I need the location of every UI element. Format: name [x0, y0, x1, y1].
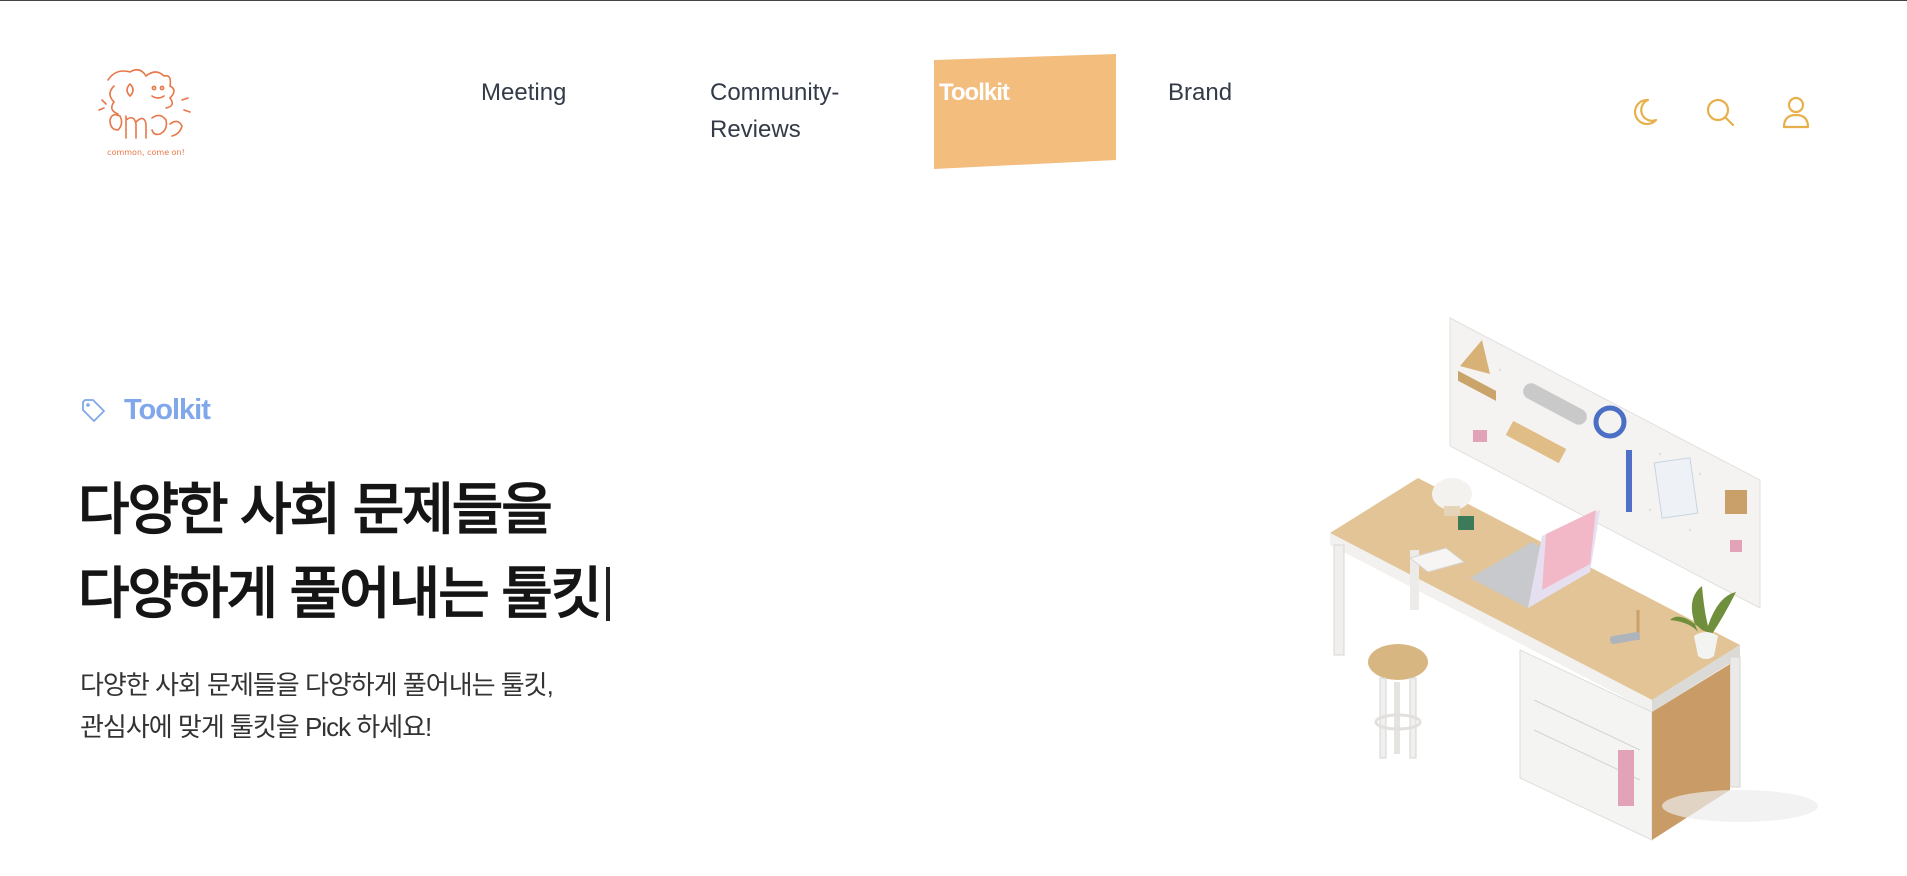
section-tag: Toolkit: [80, 390, 211, 430]
logo-text: common, come on!: [107, 148, 185, 157]
nav-meeting[interactable]: Meeting: [481, 74, 566, 111]
headline-line-2: 다양하게 풀어내는 툴킷: [78, 562, 602, 625]
nav-toolkit-highlight: [934, 54, 1116, 169]
headline-line-2-wrap: 다양하게 풀어내는 툴킷: [78, 552, 611, 636]
desc-line-1: 다양한 사회 문제들을 다양하게 풀어내는 툴킷,: [80, 670, 554, 700]
nav-toolkit[interactable]: Toolkit: [939, 74, 1010, 111]
hero-headline: 다양한 사회 문제들을 다양하게 풀어내는 툴킷: [78, 468, 611, 636]
hero-description: 다양한 사회 문제들을 다양하게 풀어내는 툴킷, 관심사에 맞게 툴킷을 Pi…: [80, 664, 554, 748]
desk-illustration: [1330, 317, 1818, 841]
headline-line-1: 다양한 사회 문제들을: [78, 478, 553, 541]
site-logo[interactable]: common, come on!: [96, 60, 196, 160]
nav-community-label: Community-: [710, 79, 840, 106]
user-icon[interactable]: [1778, 94, 1814, 130]
tag-label: Toolkit: [124, 393, 211, 426]
top-border: [0, 0, 1907, 1]
nav-community-reviews[interactable]: Community- Reviews: [710, 74, 870, 148]
nav-community-label-2: Reviews: [710, 116, 801, 143]
search-icon[interactable]: [1702, 94, 1738, 130]
nav-brand[interactable]: Brand: [1168, 74, 1232, 111]
moon-icon[interactable]: [1626, 94, 1662, 130]
typing-cursor: [606, 567, 611, 621]
desc-line-2: 관심사에 맞게 툴킷을 Pick 하세요!: [80, 712, 432, 742]
tag-icon: [82, 399, 105, 422]
